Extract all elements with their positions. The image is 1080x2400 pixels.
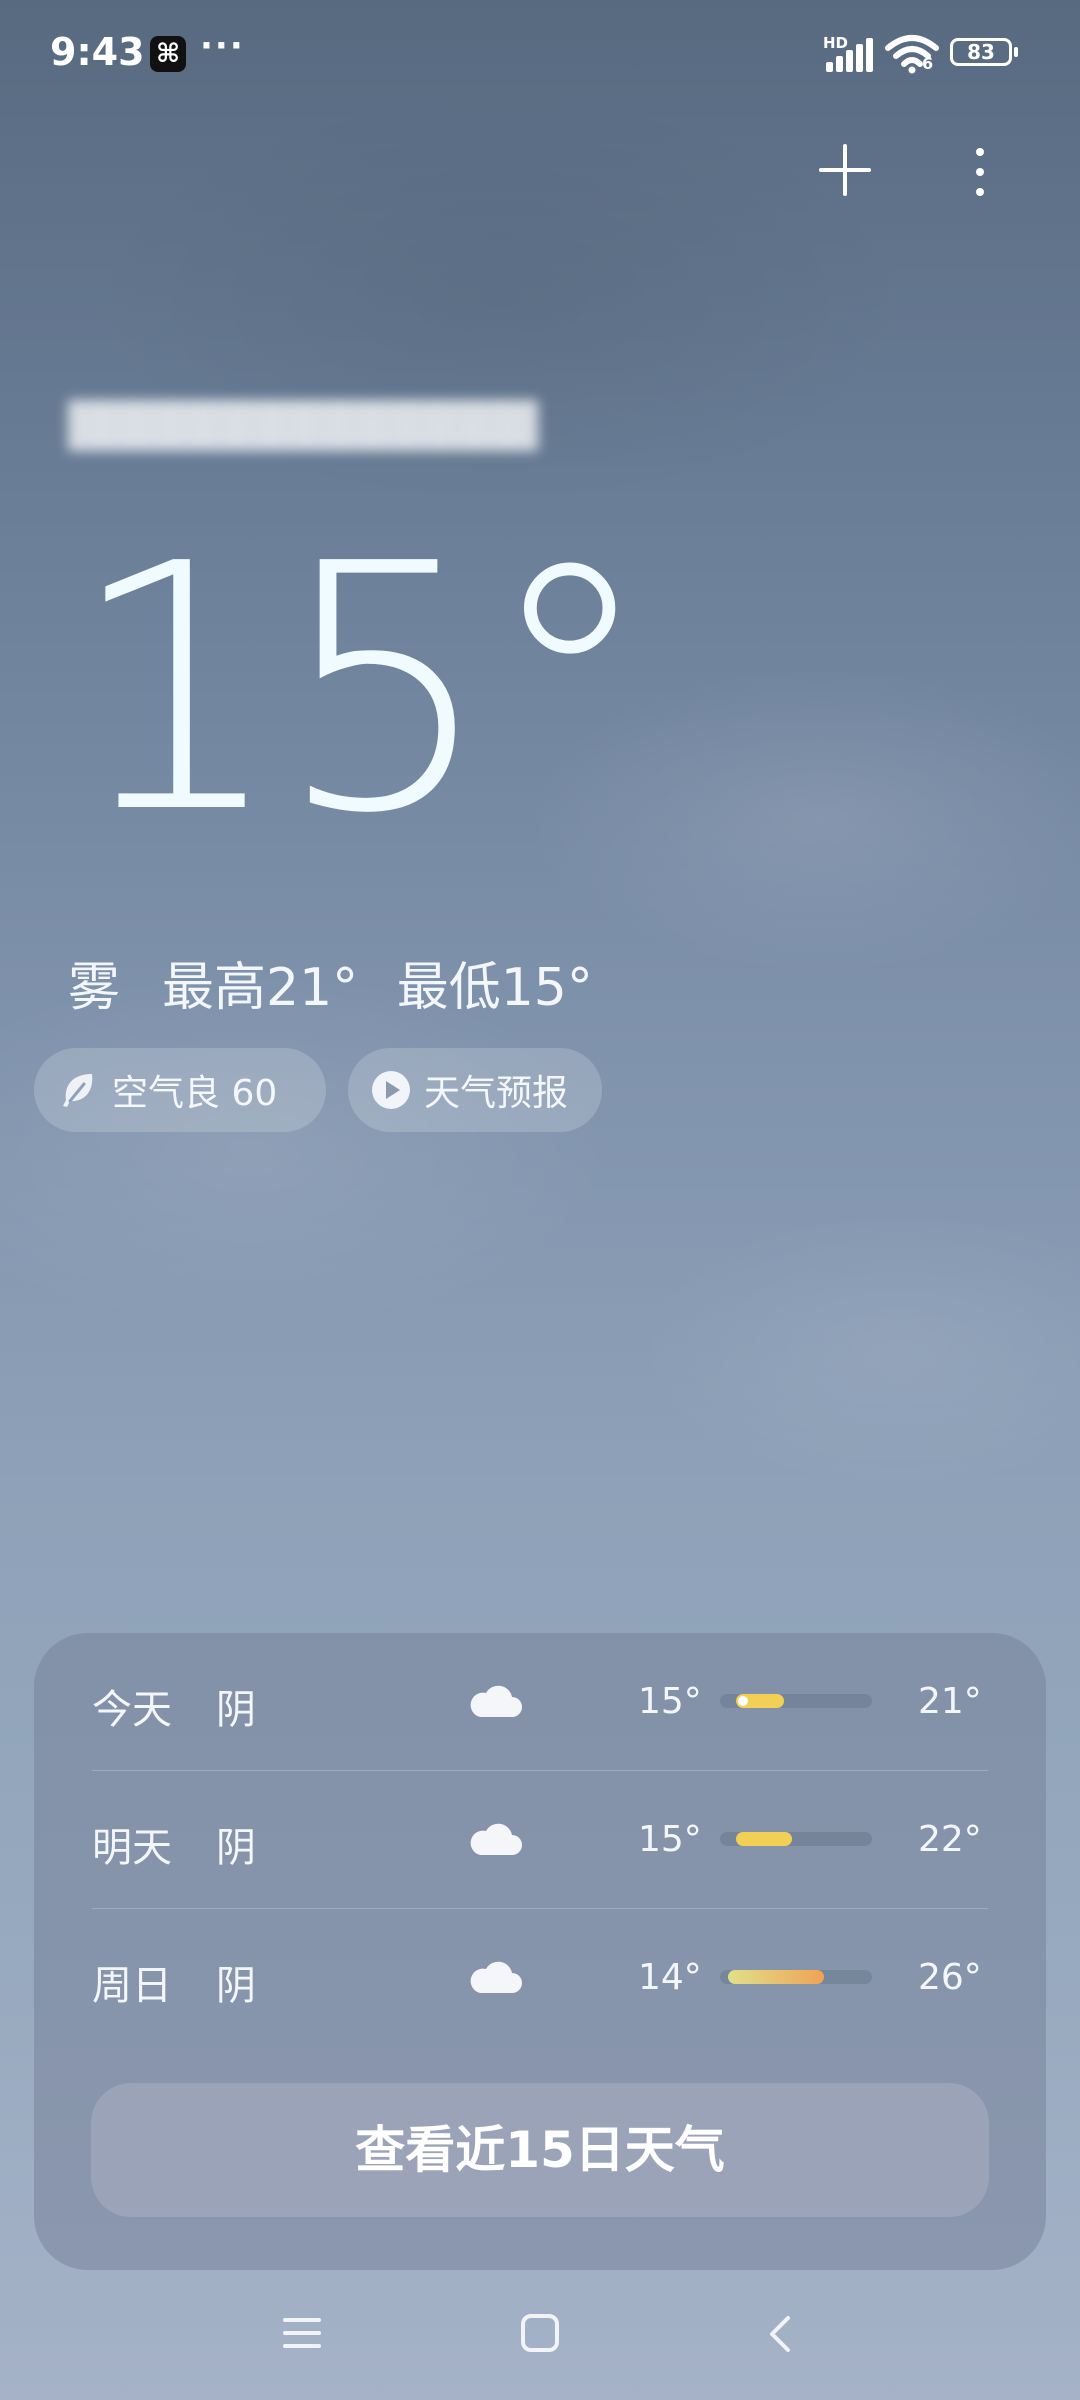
cloud-icon	[470, 1961, 522, 1993]
back-icon[interactable]	[762, 2314, 802, 2354]
forecast-card: 今天 阴 15° 21° 明天 阴 15° 22° 周日 阴 14° 26° 查…	[34, 1633, 1046, 2270]
leaf-icon	[63, 1074, 93, 1107]
air-quality-label: 空气良 60	[112, 1073, 278, 1114]
menu-icon[interactable]	[283, 2316, 323, 2350]
status-time: 9:43	[50, 30, 145, 74]
add-city-button[interactable]	[815, 140, 875, 200]
more-notifications-icon: ···	[200, 26, 245, 66]
weather-summary: 雾最高21° 最低15°	[68, 945, 593, 1020]
high-temp: 22°	[918, 1819, 982, 1860]
current-condition: 雾	[68, 958, 121, 1018]
temp-range-fill	[736, 1832, 792, 1846]
low-temp-summary: 最低15°	[396, 958, 593, 1018]
air-quality-pill[interactable]: 空气良 60	[34, 1048, 326, 1132]
forecast-row-today[interactable]: 今天 阴 15° 21°	[34, 1633, 1046, 1771]
weather-forecast-label: 天气预报	[424, 1073, 569, 1114]
high-temp: 21°	[918, 1681, 982, 1722]
day-condition: 阴	[216, 1963, 256, 2009]
status-bar: 9:43 ⌘ ··· HD 6 83	[0, 0, 1080, 110]
high-temp: 26°	[918, 1957, 982, 1998]
wifi-band-label: 6	[922, 54, 934, 73]
location-name: ████████████████	[68, 400, 538, 451]
day-name: 明天	[92, 1825, 172, 1871]
more-menu-button[interactable]	[965, 142, 995, 202]
day-name: 周日	[92, 1963, 172, 2009]
signal-icon	[826, 38, 876, 72]
temp-range-bar	[720, 1970, 872, 1984]
play-icon	[372, 1071, 410, 1109]
battery-icon: 83	[950, 38, 1018, 66]
current-temp-marker	[738, 1696, 748, 1706]
capcut-app-icon: ⌘	[150, 36, 186, 72]
current-temperature: 15°	[68, 492, 655, 888]
low-temp: 15°	[638, 1681, 702, 1722]
temp-range-bar	[720, 1832, 872, 1846]
day-condition: 阴	[216, 1825, 256, 1871]
day-name: 今天	[92, 1687, 172, 1733]
weather-forecast-video-pill[interactable]: 天气预报	[348, 1048, 602, 1132]
low-temp: 14°	[638, 1957, 702, 1998]
day-condition: 阴	[216, 1687, 256, 1733]
cloud-icon	[470, 1685, 522, 1717]
temp-range-fill	[728, 1970, 824, 1984]
temp-range-bar	[720, 1694, 872, 1708]
forecast-row-tomorrow[interactable]: 明天 阴 15° 22°	[34, 1771, 1046, 1909]
forecast-row-sunday[interactable]: 周日 阴 14° 26°	[34, 1909, 1046, 2047]
home-icon[interactable]	[521, 2314, 559, 2352]
cloud-icon	[470, 1823, 522, 1855]
high-temp-summary: 最高21°	[162, 958, 359, 1018]
view-15-day-forecast-button[interactable]: 查看近15日天气	[91, 2083, 989, 2217]
low-temp: 15°	[638, 1819, 702, 1860]
